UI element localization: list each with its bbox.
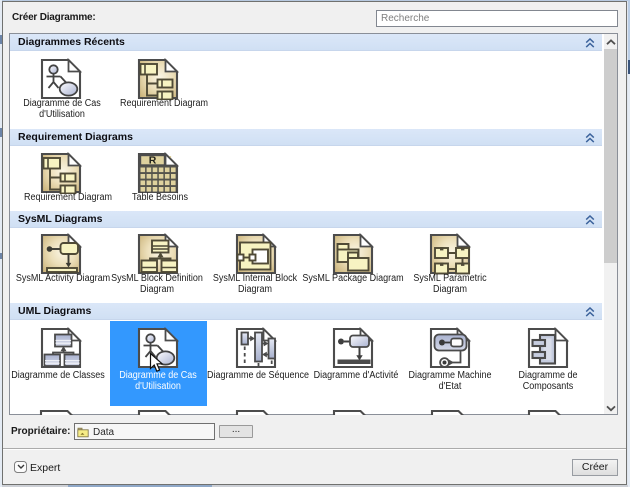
svg-text:R: R — [149, 155, 157, 167]
